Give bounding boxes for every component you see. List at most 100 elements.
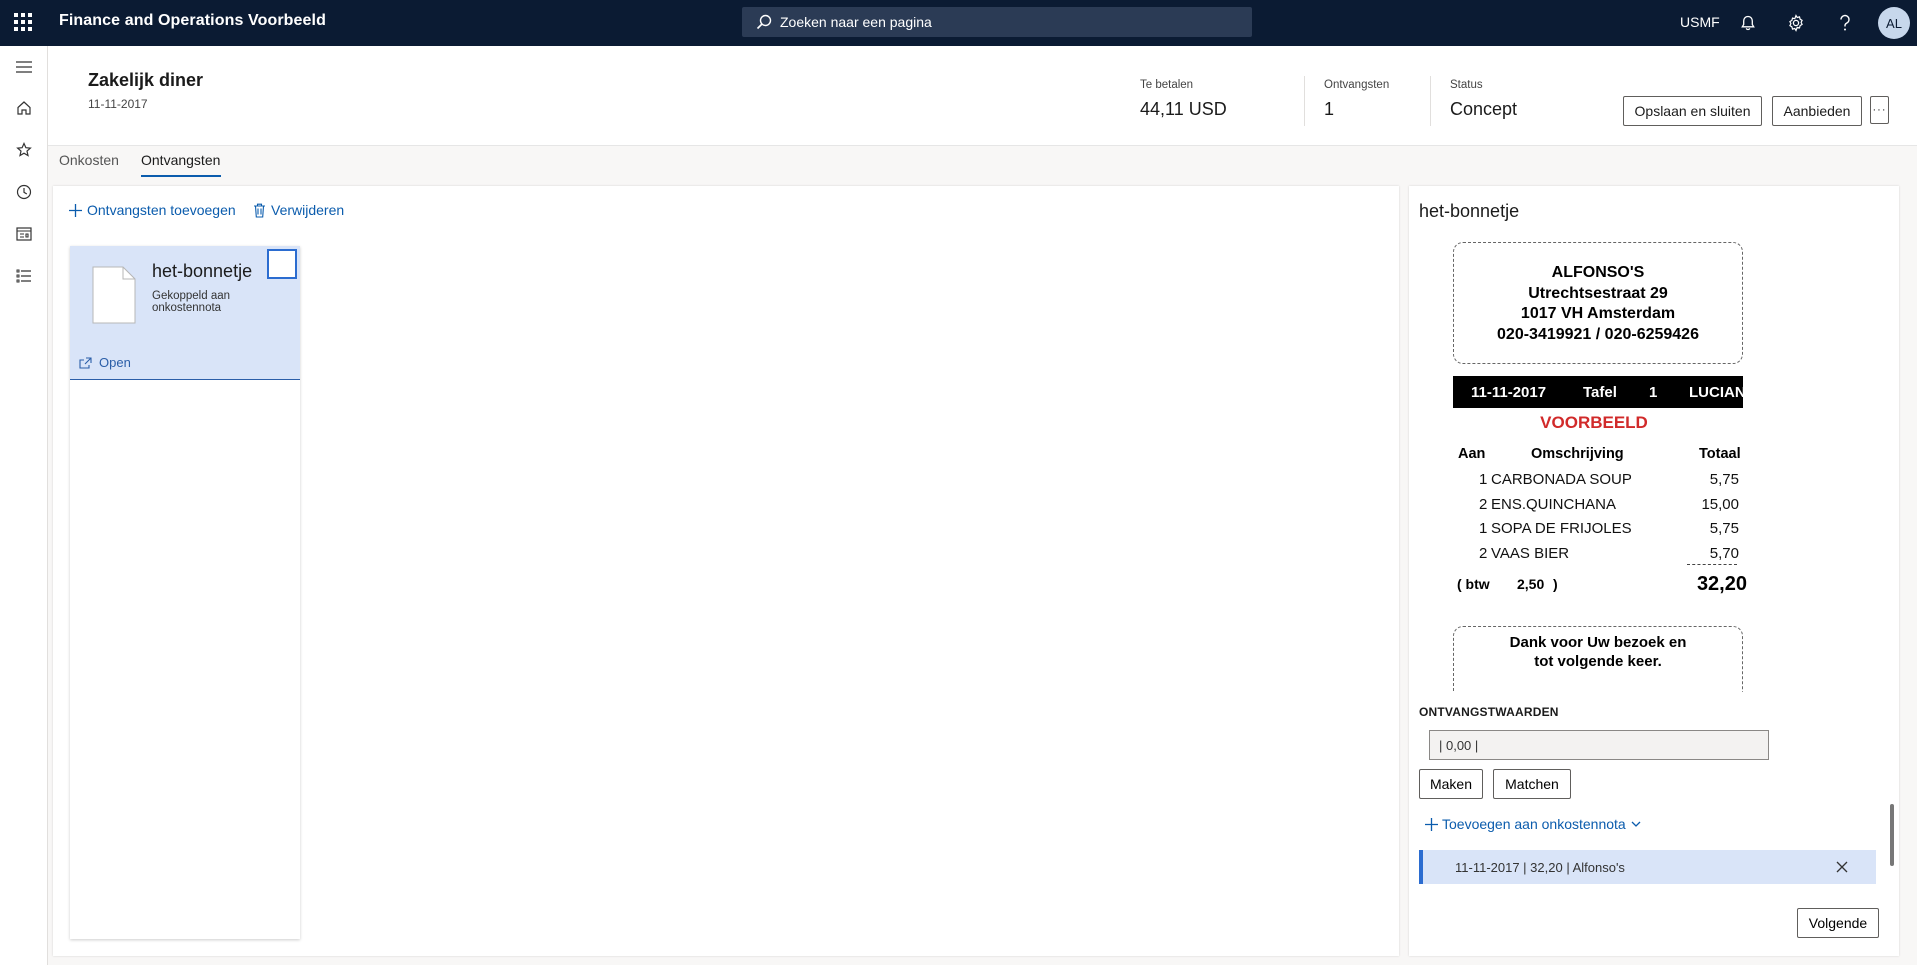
receipt-btw-close: ) — [1553, 576, 1558, 592]
receipt-card-title: het-bonnetje — [152, 261, 253, 281]
modules-list-icon[interactable] — [12, 264, 36, 288]
details-title: het-bonnetje — [1419, 201, 1520, 221]
receipt-footer-line: Dank voor Uw bezoek en — [1509, 634, 1687, 651]
line-qty: 2 — [1479, 545, 1488, 562]
chevron-down-icon — [1631, 821, 1641, 827]
receipt-card[interactable]: het-bonnetje Gekoppeld aan onkostennota … — [70, 246, 300, 380]
plus-icon — [1425, 817, 1438, 831]
delete-label: Verwijderen — [271, 202, 345, 218]
add-receipts-label: Ontvangsten toevoegen — [87, 202, 236, 218]
receipt-card-list: het-bonnetje Gekoppeld aan onkostennota … — [70, 246, 300, 939]
stat-divider — [1304, 76, 1305, 126]
document-icon — [92, 266, 136, 324]
tab-expenses[interactable]: Onkosten — [59, 152, 119, 168]
search-placeholder: Zoeken naar een pagina — [780, 14, 932, 30]
restaurant-name: ALFONSO'S — [1551, 264, 1645, 281]
search-input[interactable]: Zoeken naar een pagina — [742, 7, 1252, 37]
line-amount: 5,75 — [1709, 520, 1739, 537]
receipt-total: 32,20 — [1696, 573, 1747, 595]
stat-label: Ontvangsten — [1324, 79, 1390, 91]
receipt-line: 1 SOPA DE FRIJOLES 5,75 — [1419, 520, 1819, 540]
stat-label: Status — [1450, 79, 1483, 91]
add-to-expense-report-button[interactable]: Toevoegen aan onkostennota — [1425, 816, 1645, 832]
receipt-btw-value: 2,50 — [1517, 576, 1545, 592]
details-scrollbar[interactable] — [1890, 804, 1894, 866]
open-external-icon — [79, 356, 92, 369]
restaurant-city: 1017 VH Amsterdam — [1520, 305, 1676, 322]
receipt-header-box: ALFONSO'S Utrechtsestraat 29 1017 VH Ams… — [1453, 242, 1743, 364]
delete-button[interactable]: Verwijderen — [253, 202, 344, 218]
line-amount: 15,00 — [1701, 496, 1739, 513]
menu-hamburger-icon[interactable] — [12, 55, 36, 79]
line-qty: 2 — [1479, 496, 1488, 513]
receipt-image: ALFONSO'S Utrechtsestraat 29 1017 VH Ams… — [1419, 232, 1819, 692]
receipt-footer-line: tot volgende keer. — [1534, 653, 1662, 670]
app-launcher-icon[interactable] — [12, 11, 34, 33]
receipt-table-label: Tafel — [1583, 383, 1617, 401]
line-qty: 1 — [1479, 520, 1488, 537]
left-navigation — [0, 46, 48, 965]
trash-icon — [254, 203, 265, 218]
restaurant-phone: 020-3419921 / 020-6259426 — [1497, 325, 1699, 343]
company-selector[interactable]: USMF — [1680, 14, 1720, 30]
page-date: 11-11-2017 — [88, 97, 148, 111]
user-avatar[interactable]: AL — [1878, 7, 1910, 39]
close-icon[interactable] — [1833, 858, 1851, 876]
add-to-expense-report-label: Toevoegen aan onkostennota — [1442, 816, 1626, 832]
receipt-values-input[interactable]: | 0,00 | — [1429, 730, 1769, 760]
more-options-button[interactable]: ··· — [1870, 96, 1889, 124]
favorites-star-icon[interactable] — [12, 138, 36, 162]
match-button[interactable]: Matchen — [1493, 769, 1571, 799]
restaurant-street: Utrechtsestraat 29 — [1528, 284, 1668, 302]
line-desc: ENS.QUINCHANA — [1491, 496, 1617, 513]
plus-icon — [69, 203, 82, 217]
app-title[interactable]: Finance and Operations Voorbeeld — [59, 12, 326, 30]
line-desc: CARBONADA SOUP — [1491, 471, 1632, 488]
workspaces-icon[interactable] — [12, 222, 36, 246]
receipt-line: 1 CARBONADA SOUP 5,75 — [1419, 471, 1819, 491]
receipt-card-checkbox[interactable] — [267, 249, 297, 279]
stat-status: Status Concept — [1450, 79, 1517, 120]
help-icon[interactable] — [1832, 10, 1858, 36]
receipt-col-total: Totaal — [1699, 446, 1741, 462]
line-amount: 5,75 — [1709, 471, 1739, 488]
line-desc: VAAS BIER — [1491, 545, 1570, 562]
settings-gear-icon[interactable] — [1783, 10, 1809, 36]
recent-clock-icon[interactable] — [12, 180, 36, 204]
receipts-panel: Ontvangsten toevoegen Verwijderen het-bo… — [53, 186, 1399, 956]
receipt-waiter: LUCIANA — [1689, 383, 1757, 401]
search-icon — [756, 14, 772, 30]
save-and-close-button[interactable]: Opslaan en sluiten — [1623, 96, 1762, 126]
receipt-details-panel: het-bonnetje ALFONSO'S Utrechtsestraat 2… — [1409, 186, 1899, 956]
top-bar: Finance and Operations Voorbeeld Zoeken … — [0, 0, 1917, 46]
receipt-values-label: ONTVANGSTWAARDEN — [1419, 705, 1559, 719]
line-desc: SOPA DE FRIJOLES — [1491, 520, 1632, 537]
stat-divider — [1430, 76, 1431, 126]
tab-receipts[interactable]: Ontvangsten — [141, 152, 220, 168]
receipt-total-rule — [1687, 564, 1737, 565]
matched-expense-text: 11-11-2017 | 32,20 | Alfonso's — [1455, 859, 1625, 875]
add-receipts-button[interactable]: Ontvangsten toevoegen — [69, 202, 236, 218]
open-receipt-link[interactable]: Open — [79, 355, 131, 370]
stat-value: 44,11 USD — [1140, 99, 1227, 119]
submit-button[interactable]: Aanbieden — [1772, 96, 1862, 126]
receipt-card-subtitle: Gekoppeld aan onkostennota — [152, 290, 231, 314]
matched-expense-row[interactable]: 11-11-2017 | 32,20 | Alfonso's — [1419, 850, 1876, 884]
receipt-date: 11-11-2017 — [1471, 383, 1547, 401]
notifications-icon[interactable] — [1735, 10, 1761, 36]
receipt-info-bar: 11-11-2017 Tafel 1 LUCIANA — [1453, 376, 1757, 408]
stat-receipts: Ontvangsten 1 — [1324, 79, 1389, 120]
receipt-col-desc: Omschrijving — [1531, 446, 1624, 462]
line-qty: 1 — [1479, 471, 1488, 488]
stat-value: Concept — [1450, 99, 1518, 119]
next-button[interactable]: Volgende — [1797, 908, 1879, 938]
receipt-line: 2 VAAS BIER 5,70 — [1419, 545, 1819, 565]
make-button[interactable]: Maken — [1419, 769, 1483, 799]
receipt-watermark: VOORBEELD — [1540, 413, 1648, 432]
receipt-col-qty: Aan — [1458, 446, 1486, 462]
home-icon[interactable] — [12, 96, 36, 120]
receipt-footer-box: Dank voor Uw bezoek en tot volgende keer… — [1453, 626, 1743, 692]
page-title: Zakelijk diner — [88, 70, 204, 90]
stat-label: Te betalen — [1140, 79, 1194, 91]
open-label: Open — [99, 355, 131, 370]
